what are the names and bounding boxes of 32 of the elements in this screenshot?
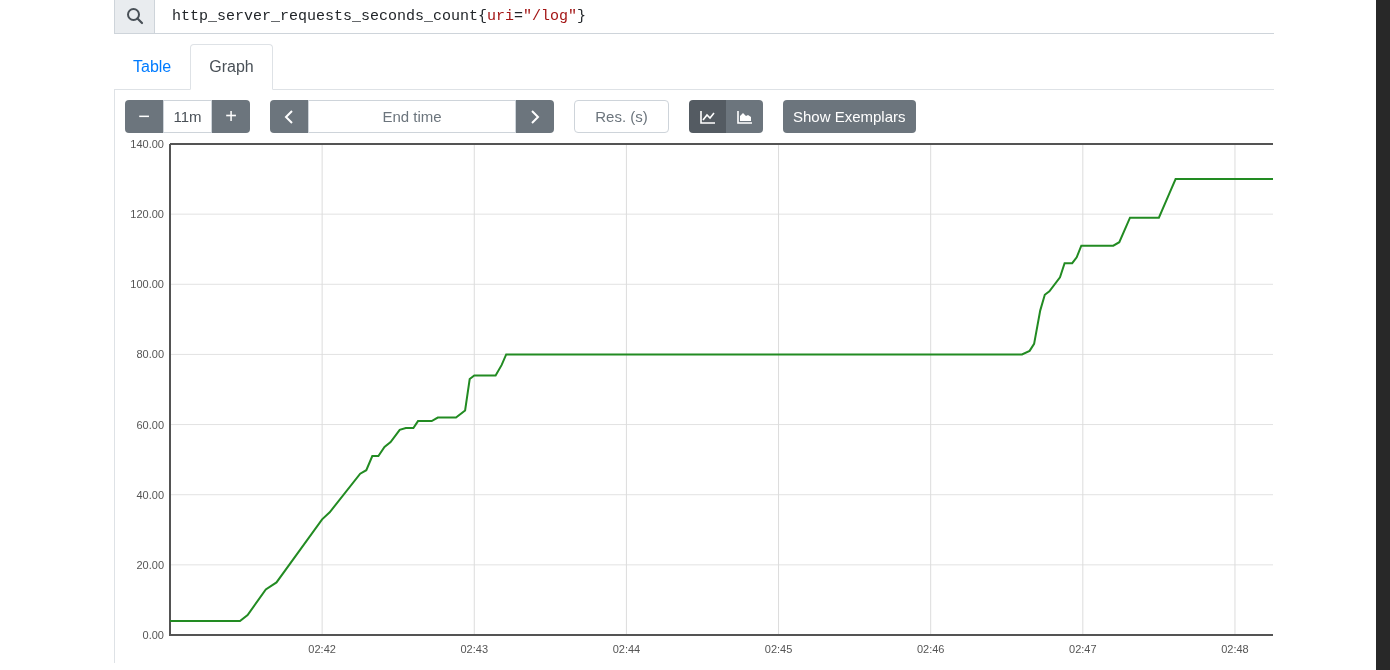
x-tick-label: 02:44 <box>612 643 641 655</box>
end-time-input[interactable]: End time <box>308 100 516 133</box>
range-input[interactable]: 11m <box>163 100 212 133</box>
x-tick-label: 02:47 <box>1069 643 1097 655</box>
x-tick-label: 02:48 <box>1221 643 1249 655</box>
x-tick-label: 02:42 <box>308 643 336 655</box>
chevron-right-icon <box>530 108 540 125</box>
y-tick-label: 140.00 <box>130 138 164 150</box>
resolution-input[interactable]: Res. (s) <box>574 100 669 133</box>
y-tick-label: 0.00 <box>142 629 164 641</box>
y-tick-label: 60.00 <box>136 418 164 431</box>
increase-range-button[interactable]: + <box>212 100 250 133</box>
line-chart-button[interactable] <box>689 100 726 133</box>
tab[interactable]: Table <box>114 44 191 90</box>
previous-button[interactable] <box>270 100 308 133</box>
x-tick-label: 02:43 <box>460 643 489 655</box>
line-chart-icon <box>699 109 716 124</box>
show-exemplars-button[interactable]: Show Exemplars <box>783 100 916 133</box>
chevron-left-icon <box>284 108 294 125</box>
y-tick-label: 40.00 <box>136 488 164 501</box>
decrease-range-button[interactable]: − <box>125 100 163 133</box>
y-tick-label: 80.00 <box>136 348 164 361</box>
tab[interactable]: Graph <box>190 44 273 90</box>
x-tick-label: 02:45 <box>764 643 793 655</box>
x-tick-label: 02:46 <box>916 643 945 655</box>
query-input[interactable]: http_server_requests_seconds_count{uri="/log"} <box>155 0 1274 33</box>
y-tick-label: 20.00 <box>136 558 164 571</box>
stacked-chart-button[interactable] <box>726 100 763 133</box>
area-chart-icon <box>736 109 753 124</box>
y-tick-label: 120.00 <box>130 208 164 221</box>
y-tick-label: 100.00 <box>130 278 164 291</box>
next-button[interactable] <box>516 100 554 133</box>
